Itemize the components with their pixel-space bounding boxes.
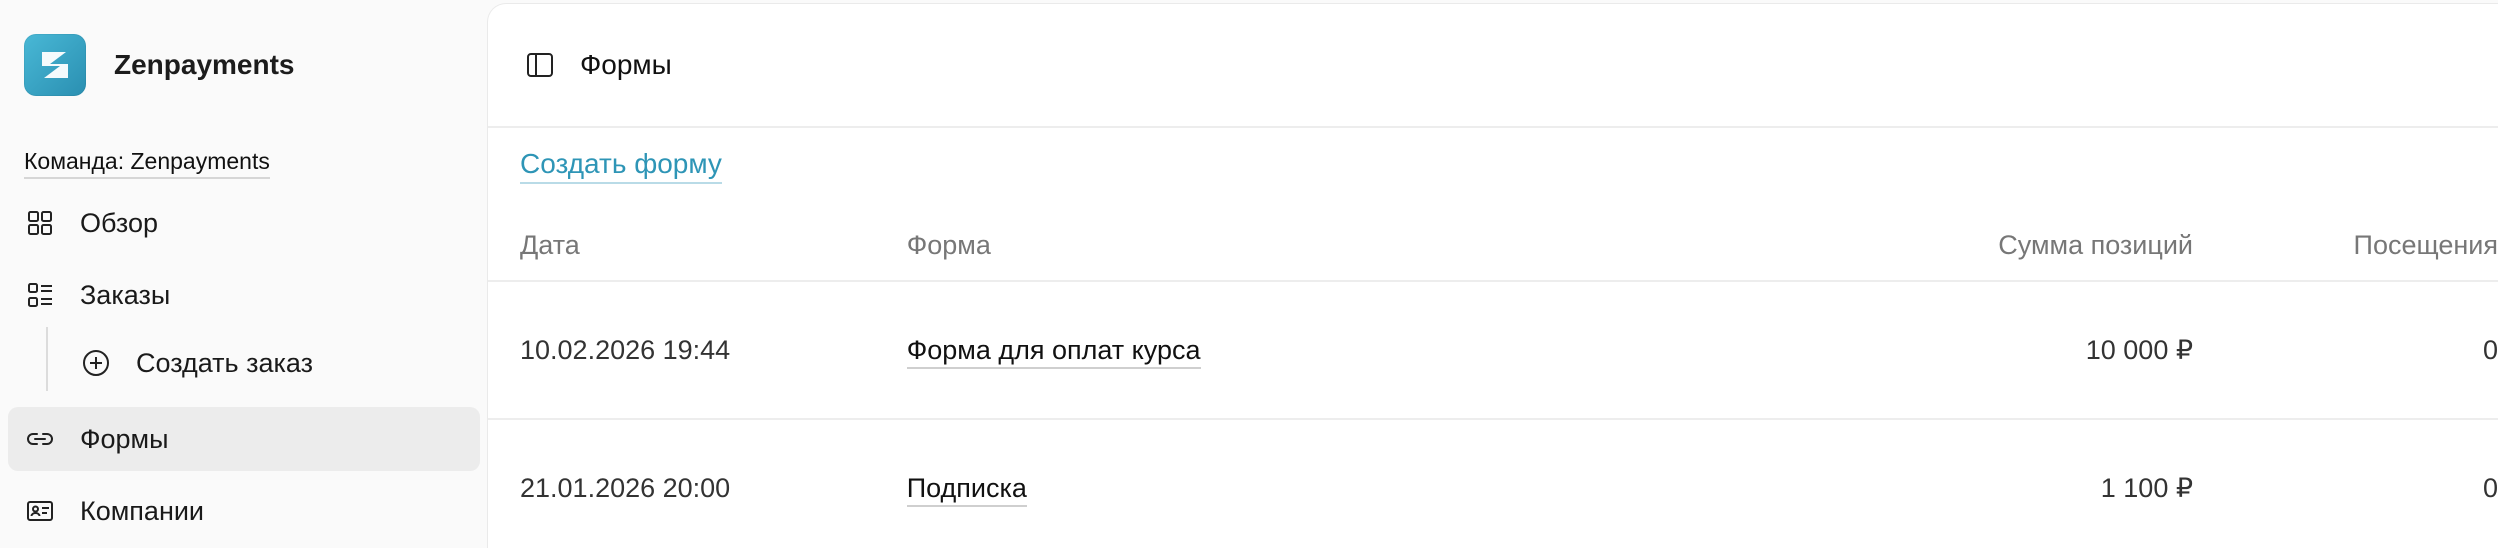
sidebar-item-forms[interactable]: Формы — [8, 407, 480, 471]
column-header-sum[interactable]: Сумма позиций — [1344, 230, 2193, 261]
create-form-link[interactable]: Создать форму — [520, 148, 722, 184]
sidebar-item-label: Заказы — [80, 279, 171, 310]
sidebar-item-label: Обзор — [80, 207, 158, 238]
forms-table: Дата Форма Сумма позиций Посещения 10.02… — [488, 210, 2498, 548]
sidebar-item-companies[interactable]: Компании — [8, 479, 480, 543]
brand[interactable]: Zenpayments — [8, 0, 480, 130]
grid-icon — [24, 207, 56, 239]
column-header-form[interactable]: Форма — [907, 230, 1344, 261]
sidebar-subnav-orders: Создать заказ — [38, 327, 480, 391]
row-visits: 0 — [2482, 472, 2498, 503]
link-icon — [24, 423, 56, 455]
zenpayments-logo-icon — [24, 34, 86, 96]
row-form-link[interactable]: Форма для оплат курса — [906, 334, 1201, 369]
sidebar-nav: Обзор Заказы Создать заказ Формы Компани… — [8, 191, 480, 543]
sidebar-toggle-icon[interactable] — [522, 47, 558, 83]
main-panel: Формы Создать форму Дата Форма Сумма поз… — [488, 4, 2498, 548]
team-selector[interactable]: Команда: Zenpayments — [24, 148, 270, 179]
sidebar-item-label: Создать заказ — [136, 347, 314, 378]
sidebar-item-overview[interactable]: Обзор — [8, 191, 480, 255]
row-date: 10.02.2026 19:44 — [520, 334, 731, 365]
row-visits: 0 — [2482, 334, 2498, 365]
sidebar-item-label: Формы — [80, 423, 169, 454]
row-date: 21.01.2026 20:00 — [520, 472, 731, 503]
row-form-link[interactable]: Подписка — [906, 472, 1027, 507]
plus-circle-icon — [80, 347, 112, 379]
sidebar-item-create-order[interactable]: Создать заказ — [38, 335, 480, 391]
sidebar-item-label: Компании — [80, 495, 205, 526]
page-title: Формы — [580, 49, 672, 80]
page-header: Формы — [488, 4, 2498, 128]
column-header-date[interactable]: Дата — [488, 230, 907, 261]
column-header-visits[interactable]: Посещения — [2193, 230, 2498, 261]
list-icon — [24, 279, 56, 311]
sidebar: Zenpayments Команда: Zenpayments Обзор З… — [0, 0, 488, 548]
row-sum: 1 100 ₽ — [2100, 472, 2194, 503]
table-header: Дата Форма Сумма позиций Посещения — [488, 210, 2498, 282]
table-row[interactable]: 21.01.2026 20:00 Подписка 1 100 ₽ 0 — [488, 420, 2498, 548]
id-card-icon — [24, 495, 56, 527]
brand-name: Zenpayments — [114, 49, 295, 80]
sidebar-item-orders[interactable]: Заказы — [8, 263, 480, 327]
row-sum: 10 000 ₽ — [2085, 334, 2194, 365]
table-row[interactable]: 10.02.2026 19:44 Форма для оплат курса 1… — [488, 282, 2498, 420]
